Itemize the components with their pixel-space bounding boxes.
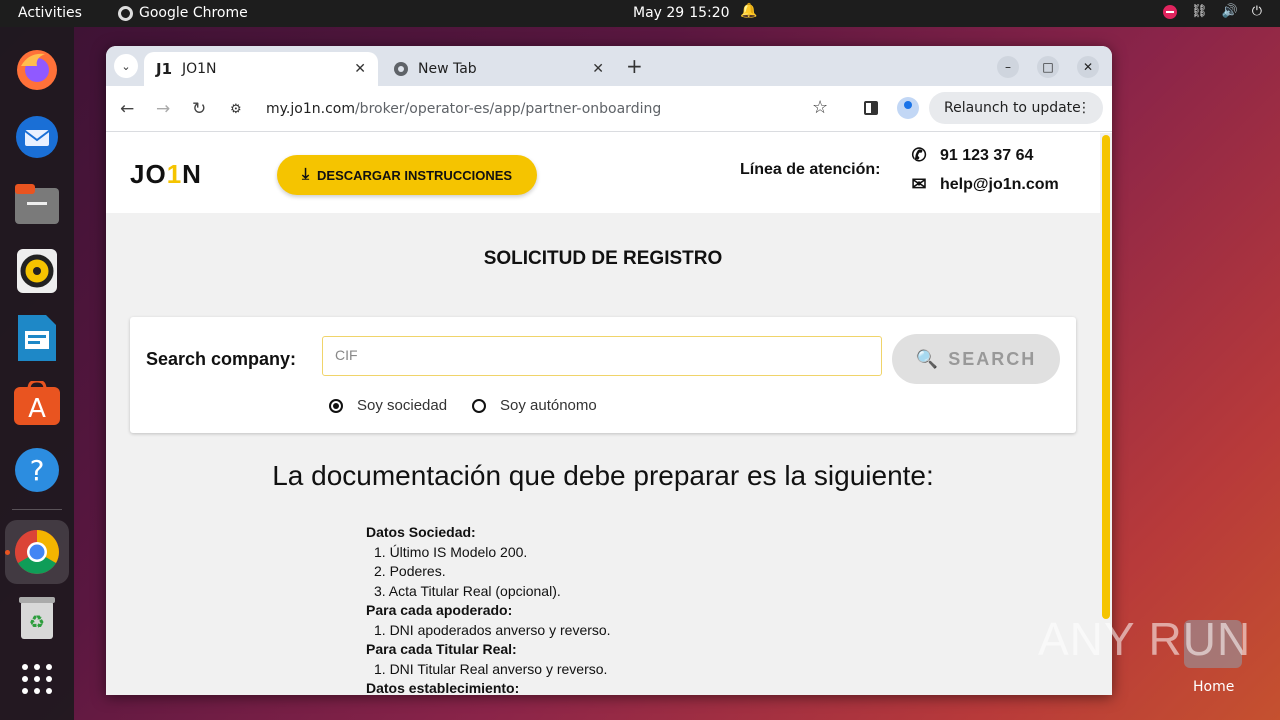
download-instructions-button[interactable]: ⤓ DESCARGAR INSTRUCCIONES xyxy=(277,155,537,195)
top-bar: Activities Google Chrome May 29 15:20 🔔 … xyxy=(0,0,1280,27)
radio-selected-icon[interactable] xyxy=(329,398,343,413)
chrome-favicon-icon xyxy=(394,62,408,76)
time: 15:20 xyxy=(689,5,730,21)
search-label: Search company: xyxy=(146,349,297,369)
bookmark-star-icon[interactable]: ☆ xyxy=(812,97,828,118)
jo1n-logo[interactable]: JO1N xyxy=(130,159,202,190)
search-button[interactable]: 🔍 SEARCH xyxy=(892,334,1060,384)
section-heading: Datos establecimiento: xyxy=(366,680,520,695)
tab-search-button[interactable]: ⌄ xyxy=(114,54,138,78)
dock: A ? ♻ xyxy=(0,27,74,720)
volume-icon[interactable]: 🔊 xyxy=(1222,4,1238,19)
writer-icon[interactable] xyxy=(13,314,61,362)
tab-label: JO1N xyxy=(182,61,217,77)
search-card: Search company: CIF 🔍 SEARCH Soy socieda… xyxy=(130,317,1076,433)
home-folder-label[interactable]: Home xyxy=(1193,679,1234,695)
back-arrow-icon[interactable]: ← xyxy=(120,99,134,119)
relaunch-label: Relaunch to update xyxy=(944,100,1081,116)
close-tab-icon[interactable]: ✕ xyxy=(354,61,366,77)
svg-text:A: A xyxy=(28,394,46,424)
documentation-title: La documentación que debe preparar es la… xyxy=(272,460,934,491)
list-item: 1. Último IS Modelo 200. xyxy=(374,543,528,560)
scrollbar-thumb[interactable] xyxy=(1102,135,1110,619)
radio-autonomo-label: Soy autónomo xyxy=(500,397,597,414)
trash-icon[interactable]: ♻ xyxy=(13,593,61,641)
profile-avatar-icon[interactable] xyxy=(897,97,919,119)
relaunch-button[interactable]: Relaunch to update ⋮ xyxy=(929,92,1103,124)
chrome-window: ⌄ J1 JO1N ✕ New Tab ✕ + – □ ✕ ← → ↻ ⚙ my… xyxy=(106,46,1112,695)
files-icon[interactable] xyxy=(13,180,61,228)
tab-label: New Tab xyxy=(418,61,477,77)
running-indicator xyxy=(5,550,10,555)
page-content: JO1N ⤓ DESCARGAR INSTRUCCIONES Línea de … xyxy=(106,133,1112,695)
list-item: 1. DNI apoderados anverso y reverso. xyxy=(374,621,611,638)
svg-text:♻: ♻ xyxy=(29,612,45,633)
close-tab-icon[interactable]: ✕ xyxy=(592,61,604,77)
radio-sociedad[interactable]: Soy sociedad xyxy=(329,397,447,414)
page-title: SOLICITUD DE REGISTRO xyxy=(483,248,723,269)
help-icon[interactable]: ? xyxy=(13,446,61,494)
phone-contact[interactable]: ✆ 91 123 37 64 xyxy=(908,145,1033,166)
radio-sociedad-label: Soy sociedad xyxy=(357,397,448,414)
system-tray[interactable]: ⛓ 🔊 ⏻ xyxy=(1163,4,1262,19)
download-label: DESCARGAR INSTRUCCIONES xyxy=(317,167,513,183)
site-header: JO1N ⤓ DESCARGAR INSTRUCCIONES Línea de … xyxy=(106,133,1100,213)
list-item: 2. Poderes. xyxy=(374,563,446,579)
section-heading: Datos Sociedad: xyxy=(366,524,476,540)
email-address: help@jo1n.com xyxy=(940,175,1059,193)
more-menu-icon[interactable]: ⋮ xyxy=(1077,100,1091,116)
activities-button[interactable]: Activities xyxy=(18,5,82,21)
reload-icon[interactable]: ↻ xyxy=(192,99,206,119)
jo1n-favicon-icon: J1 xyxy=(156,60,173,78)
phone-number: 91 123 37 64 xyxy=(940,146,1034,164)
svg-text:?: ? xyxy=(30,454,45,487)
url-path: /broker/operator-es/app/partner-onboardi… xyxy=(354,101,662,117)
bell-icon[interactable]: 🔔 xyxy=(740,3,757,19)
dock-separator xyxy=(12,509,62,510)
clock[interactable]: May 29 15:20 xyxy=(633,5,730,21)
new-tab-button[interactable]: + xyxy=(626,54,643,78)
app-menu[interactable]: Google Chrome xyxy=(118,5,248,21)
mail-icon: ✉ xyxy=(911,174,927,194)
section-heading: Para cada Titular Real: xyxy=(366,641,517,657)
power-icon[interactable]: ⏻ xyxy=(1252,4,1262,19)
network-icon[interactable]: ⛓ xyxy=(1191,4,1208,19)
atencion-label: Línea de atención: xyxy=(740,161,881,178)
maximize-button[interactable]: □ xyxy=(1037,56,1059,78)
tab-new-tab[interactable]: New Tab ✕ xyxy=(382,52,616,86)
list-item: 1. DNI Titular Real anverso y reverso. xyxy=(374,660,608,677)
tab-jo1n[interactable]: J1 JO1N ✕ xyxy=(144,52,378,86)
chrome-icon[interactable] xyxy=(5,520,69,584)
anyrun-watermark: ANY RUN xyxy=(1038,613,1252,665)
chrome-small-icon xyxy=(118,5,133,21)
date: May 29 xyxy=(633,5,685,21)
documentation-list: Datos Sociedad: 1. Último IS Modelo 200.… xyxy=(366,523,611,695)
forward-arrow-icon[interactable]: → xyxy=(156,99,170,119)
url-host: my.jo1n.com xyxy=(266,101,355,117)
phone-icon: ✆ xyxy=(911,145,927,165)
download-icon: ⤓ xyxy=(301,166,310,183)
cif-input[interactable]: CIF xyxy=(322,336,882,376)
show-apps-icon[interactable] xyxy=(13,655,61,703)
close-window-button[interactable]: ✕ xyxy=(1077,56,1099,78)
radio-unselected-icon[interactable] xyxy=(472,398,486,413)
side-panel-icon[interactable] xyxy=(864,101,878,115)
app-name: Google Chrome xyxy=(139,5,248,21)
tab-strip: ⌄ J1 JO1N ✕ New Tab ✕ + – □ ✕ xyxy=(106,46,1112,86)
recording-indicator-icon[interactable] xyxy=(1163,4,1177,19)
minimize-button[interactable]: – xyxy=(997,56,1019,78)
email-contact[interactable]: ✉ help@jo1n.com xyxy=(908,174,1059,195)
rhythmbox-icon[interactable] xyxy=(13,247,61,295)
search-icon: 🔍 xyxy=(915,348,939,369)
thunderbird-icon[interactable] xyxy=(13,113,61,161)
firefox-icon[interactable] xyxy=(13,46,61,94)
toolbar: ← → ↻ ⚙ my.jo1n.com/broker/operator-es/a… xyxy=(106,86,1112,132)
section-heading: Para cada apoderado: xyxy=(366,602,513,618)
search-button-label: SEARCH xyxy=(948,348,1037,369)
list-item: 3. Acta Titular Real (opcional). xyxy=(374,582,561,599)
address-bar[interactable]: ⚙ my.jo1n.com/broker/operator-es/app/par… xyxy=(224,92,844,126)
site-info-icon[interactable]: ⚙ xyxy=(230,102,248,117)
app-center-icon[interactable]: A xyxy=(13,379,61,427)
radio-autonomo[interactable]: Soy autónomo xyxy=(472,397,597,414)
